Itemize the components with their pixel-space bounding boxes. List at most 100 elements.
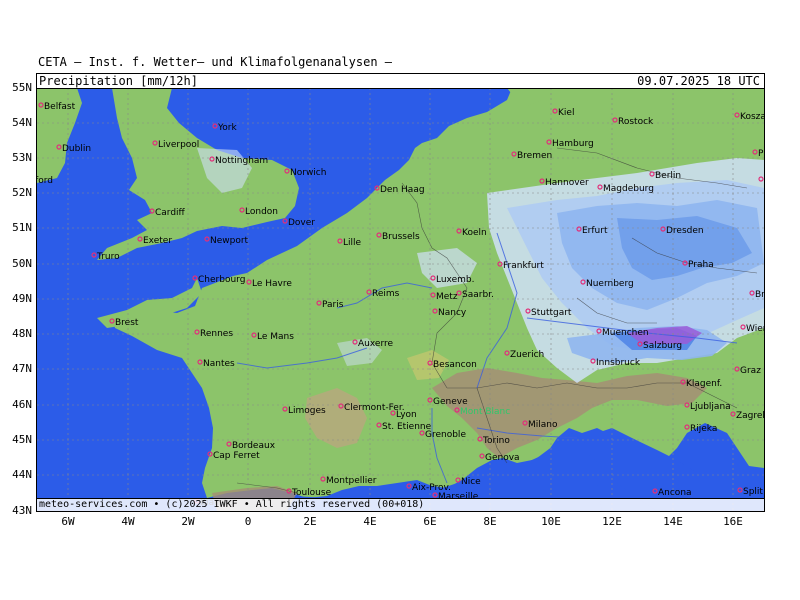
city-marker: Koszalin: [734, 112, 764, 122]
city-marker: Genova: [479, 453, 520, 463]
city-label: Innsbruck: [596, 358, 641, 368]
city-marker: London: [239, 207, 278, 217]
city-label: Grenoble: [425, 430, 466, 440]
city-label: Lille: [343, 238, 362, 248]
city-label: Berlin: [655, 171, 681, 181]
city-label: Rijeka: [690, 424, 717, 434]
city-label: Montpellier: [326, 476, 377, 486]
city-label: London: [245, 207, 278, 217]
city-marker: Ljubljana: [684, 402, 731, 412]
city-label: Cherbourg: [198, 275, 245, 285]
city-label: Luxemb.: [436, 275, 475, 285]
city-label: Mont Blanc: [460, 407, 510, 417]
city-label: Salzburg: [643, 341, 682, 351]
lat-tick-label: 46N: [12, 398, 32, 411]
city-label: Rennes: [200, 329, 233, 339]
city-marker: Exeter: [137, 236, 172, 246]
city-label: Genova: [485, 453, 520, 463]
city-label: Koeln: [462, 228, 487, 238]
city-marker: Rijeka: [684, 424, 717, 434]
city-marker: Liverpool: [152, 140, 199, 150]
city-label: Le Mans: [257, 332, 294, 342]
city-label: Toulouse: [291, 488, 332, 498]
lat-tick-label: 49N: [12, 292, 32, 305]
city-label: Nice: [461, 477, 481, 487]
city-label: Saarbr.: [462, 290, 494, 300]
city-marker: Innsbruck: [590, 358, 641, 368]
city-marker: Nuernberg: [580, 279, 634, 289]
city-marker: Besancon: [427, 360, 477, 370]
city-label: Paris: [322, 300, 344, 310]
city-marker: Dublin: [56, 144, 91, 154]
lon-tick-label: 10E: [541, 515, 561, 528]
city-label: Reims: [372, 289, 400, 299]
city-label: York: [217, 123, 238, 133]
city-label: Dover: [288, 218, 315, 228]
city-label: Split: [743, 487, 763, 497]
city-marker: Belfast: [38, 102, 76, 112]
city-label: Lyon: [396, 410, 417, 420]
lat-tick-label: 44N: [12, 468, 32, 481]
city-marker: Limoges: [282, 406, 326, 416]
lon-tick-label: 8E: [483, 515, 497, 528]
city-marker: Toulouse: [286, 488, 332, 498]
city-label: Belfast: [44, 102, 76, 112]
city-marker: Cherbourg: [192, 275, 245, 285]
city-marker: Brest: [109, 318, 139, 328]
city-marker: Muenchen: [596, 328, 649, 338]
city-marker: Grenoble: [419, 430, 466, 440]
city-label: Nottingham: [215, 156, 268, 166]
city-label: Graz: [740, 366, 761, 376]
city-label: Nuernberg: [586, 279, 634, 289]
lat-tick-label: 50N: [12, 257, 32, 270]
city-label: Stuttgart: [531, 308, 572, 318]
city-marker: Torino: [477, 436, 510, 446]
valid-time: 09.07.2025 18 UTC: [637, 74, 760, 88]
city-marker: Dover: [282, 218, 315, 228]
lat-tick-label: 53N: [12, 151, 32, 164]
city-label: Muenchen: [602, 328, 649, 338]
city-marker: Rennes: [194, 329, 233, 339]
city-label: Newport: [210, 236, 249, 246]
city-label: Hamburg: [552, 139, 594, 149]
lat-tick-label: 45N: [12, 433, 32, 446]
city-label: Wien: [746, 324, 764, 334]
city-marker: Metz: [430, 292, 458, 302]
city-label: Cap Ferret: [213, 451, 260, 461]
city-marker: Klagenf.: [680, 379, 722, 389]
city-label: Bremen: [517, 151, 552, 161]
lon-tick-label: 6E: [423, 515, 437, 528]
city-marker: Koeln: [456, 228, 487, 238]
city-marker: Den Haag: [374, 185, 425, 195]
city-label: Praha: [688, 260, 714, 270]
city-label: Den Haag: [380, 185, 425, 195]
city-marker: Erfurt: [576, 226, 608, 236]
city-label: Pila: [758, 149, 764, 159]
city-marker: Auxerre: [352, 339, 393, 349]
city-label: Limoges: [288, 406, 326, 416]
lon-tick-label: 4E: [363, 515, 377, 528]
city-marker: Praha: [682, 260, 714, 270]
city-label: Brno: [755, 290, 764, 300]
city-label: Torino: [482, 436, 510, 446]
city-marker: Geneve: [427, 397, 468, 407]
lon-tick-label: 14E: [663, 515, 683, 528]
precipitation-map: Belfast Dublin Wexford Liverpool York Notting…: [37, 88, 764, 511]
city-marker: Nottingham: [209, 156, 268, 166]
city-marker: Wexford: [37, 176, 53, 186]
city-label: Klagenf.: [686, 379, 722, 389]
lat-tick-label: 43N: [12, 504, 32, 517]
city-marker: Mont Blanc: [454, 407, 510, 417]
lat-tick-label: 52N: [12, 186, 32, 199]
city-label: Le Havre: [252, 279, 292, 289]
city-marker: Cap Ferret: [207, 451, 260, 461]
city-label: Frankfurt: [503, 261, 544, 271]
city-label: Nantes: [203, 359, 235, 369]
city-marker: Le Havre: [246, 279, 292, 289]
info-bar: Precipitation [mm/12h] 09.07.2025 18 UTC: [37, 74, 764, 89]
city-label: Ancona: [658, 488, 692, 498]
city-label: Hannover: [545, 178, 589, 188]
city-label: Zagreb: [736, 411, 764, 421]
city-marker: Dresden: [660, 226, 704, 236]
lon-tick-label: 0: [244, 515, 252, 528]
